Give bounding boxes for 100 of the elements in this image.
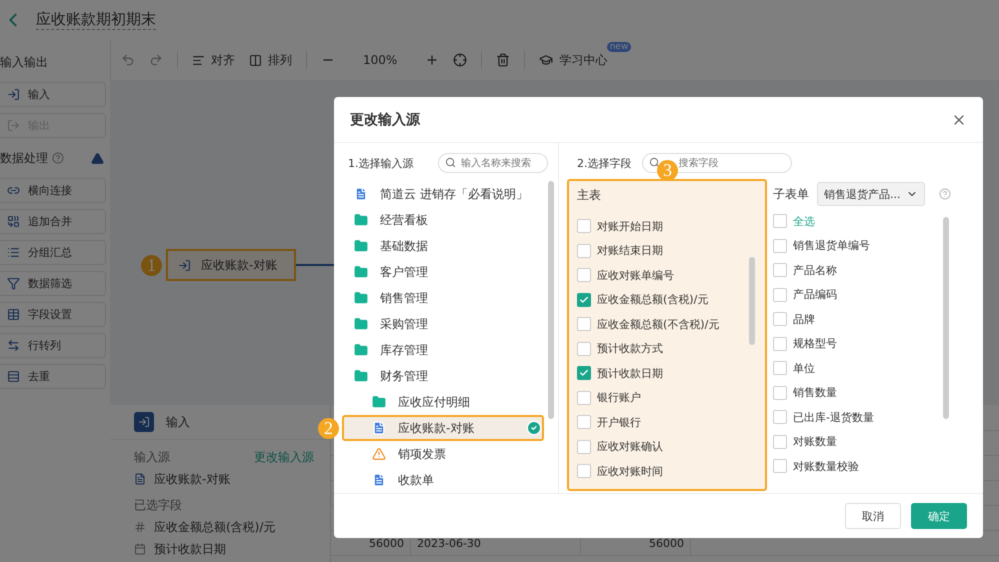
step-marker: 1 xyxy=(141,255,162,276)
field-option[interactable]: 应收对账确认 xyxy=(577,434,757,459)
source-item[interactable]: 客户管理 xyxy=(342,259,544,285)
field-option[interactable]: 预计收款方式 xyxy=(577,336,757,361)
source-item[interactable]: 应收账款-对账 xyxy=(342,415,544,441)
field-option[interactable]: 银行账户 xyxy=(577,386,757,410)
node-button[interactable]: 横向连接 xyxy=(0,178,106,203)
zoom-in-icon[interactable] xyxy=(425,53,440,67)
checkbox[interactable] xyxy=(773,263,787,278)
source-item[interactable]: 销项发票 xyxy=(342,441,544,467)
check-circle-icon xyxy=(526,420,542,436)
folder-icon xyxy=(354,213,368,227)
folder-icon xyxy=(354,343,368,357)
field-option[interactable]: 对账开始日期 xyxy=(577,214,757,238)
folder-icon xyxy=(354,239,368,253)
folder-icon xyxy=(354,265,368,279)
checkbox[interactable] xyxy=(773,459,787,474)
selected-field: 应收金额总额(含税)/元 xyxy=(154,518,276,536)
source-item[interactable]: 库存管理 xyxy=(342,337,544,363)
subtable-select[interactable]: 销售退货产品... xyxy=(817,182,925,206)
node-button[interactable]: 行转列 xyxy=(0,333,106,358)
field-option[interactable]: 应收对账单编号 xyxy=(577,263,757,288)
align-icon xyxy=(192,54,205,66)
arrange-button[interactable]: 排列 xyxy=(249,52,292,68)
source-item[interactable]: 简道云 进销存「必看说明」 xyxy=(342,181,544,207)
checkbox[interactable] xyxy=(577,390,591,405)
checkbox[interactable] xyxy=(773,214,787,228)
scrollbar[interactable] xyxy=(943,217,949,419)
field-option[interactable]: 已出库-退货数量 xyxy=(773,405,953,430)
source-item[interactable]: 财务管理 xyxy=(342,363,544,389)
checkbox[interactable] xyxy=(577,317,591,332)
search-field[interactable]: 输入名称来搜索 xyxy=(438,153,548,173)
checkbox[interactable] xyxy=(577,342,591,356)
redo-icon[interactable] xyxy=(149,53,163,67)
new-badge: new xyxy=(606,42,632,52)
field-option[interactable]: 开户银行 xyxy=(577,410,757,434)
checkbox[interactable] xyxy=(577,440,591,454)
checkbox[interactable] xyxy=(773,238,787,253)
help-icon[interactable] xyxy=(939,188,951,200)
checkbox[interactable] xyxy=(577,464,591,478)
source-item[interactable]: 销售管理 xyxy=(342,285,544,311)
node-button[interactable]: 数据筛选 xyxy=(0,271,106,296)
node-icon xyxy=(7,119,20,132)
checkbox[interactable] xyxy=(577,219,591,234)
field-option[interactable]: 对账数量校验 xyxy=(773,454,953,478)
learning-center-button[interactable]: 学习中心 xyxy=(539,52,608,68)
number-icon xyxy=(134,521,146,533)
checkbox[interactable] xyxy=(773,434,787,449)
field-option[interactable]: 销售退货单编号 xyxy=(773,234,953,258)
trash-icon[interactable] xyxy=(496,53,510,67)
source-item[interactable]: 收款单 xyxy=(342,467,544,493)
checkbox[interactable] xyxy=(577,415,591,430)
checkbox[interactable] xyxy=(577,292,591,307)
field-option[interactable]: 预计收款日期 xyxy=(577,361,757,386)
input-icon xyxy=(178,258,191,272)
page-title: 应收账款期初期末 xyxy=(36,10,156,30)
field-option[interactable]: 销售数量 xyxy=(773,380,953,405)
node-button[interactable]: 分组汇总 xyxy=(0,240,106,265)
checkbox[interactable] xyxy=(773,336,787,351)
undo-icon[interactable] xyxy=(121,53,135,67)
source-item[interactable]: 采购管理 xyxy=(342,311,544,337)
field-option[interactable]: 应收金额总额(含税)/元 xyxy=(577,288,757,312)
folder-icon xyxy=(372,395,386,409)
node-button[interactable]: 字段设置 xyxy=(0,302,106,327)
node-button[interactable]: 去重 xyxy=(0,364,106,389)
check-icon xyxy=(579,294,589,305)
checkbox[interactable] xyxy=(577,268,591,282)
scrollbar[interactable] xyxy=(548,181,554,419)
locate-icon[interactable] xyxy=(453,53,468,67)
checkbox[interactable] xyxy=(577,366,591,380)
flow-node[interactable]: 应收账款-对账 xyxy=(166,249,296,281)
source-item[interactable]: 应收应付明细 xyxy=(342,389,544,415)
selected-field: 预计收款日期 xyxy=(154,540,226,558)
help-icon[interactable] xyxy=(52,152,64,164)
field-option[interactable]: 对账结束日期 xyxy=(577,238,757,263)
field-option[interactable]: 产品名称 xyxy=(773,258,953,282)
node-button[interactable]: 追加合并 xyxy=(0,209,106,234)
checkbox[interactable] xyxy=(773,386,787,400)
field-option[interactable]: 对账数量 xyxy=(773,430,953,454)
field-option[interactable]: 单位 xyxy=(773,356,953,380)
field-option[interactable]: 应收金额总额(不含税)/元 xyxy=(577,312,757,336)
checkbox[interactable] xyxy=(773,410,787,424)
checkbox[interactable] xyxy=(773,288,787,302)
warning-icon xyxy=(372,447,386,461)
field-option[interactable]: 产品编码 xyxy=(773,282,953,307)
search-icon xyxy=(648,157,660,168)
source-item[interactable]: 经营看板 xyxy=(342,207,544,233)
field-option[interactable]: 规格型号 xyxy=(773,332,953,356)
checkbox[interactable] xyxy=(577,244,591,258)
cancel-button[interactable]: 取消 xyxy=(845,503,901,529)
scrollbar[interactable] xyxy=(749,257,755,345)
checkbox[interactable] xyxy=(773,312,787,326)
source-item[interactable]: 基础数据 xyxy=(342,233,544,259)
node-icon xyxy=(7,88,20,101)
warning-icon[interactable] xyxy=(91,152,104,164)
field-option[interactable]: 应收对账时间 xyxy=(577,459,757,484)
checkbox[interactable] xyxy=(773,361,787,376)
field-option[interactable]: 品牌 xyxy=(773,307,953,332)
node-button[interactable]: 输入 xyxy=(0,82,106,107)
align-button[interactable]: 对齐 xyxy=(192,52,235,68)
